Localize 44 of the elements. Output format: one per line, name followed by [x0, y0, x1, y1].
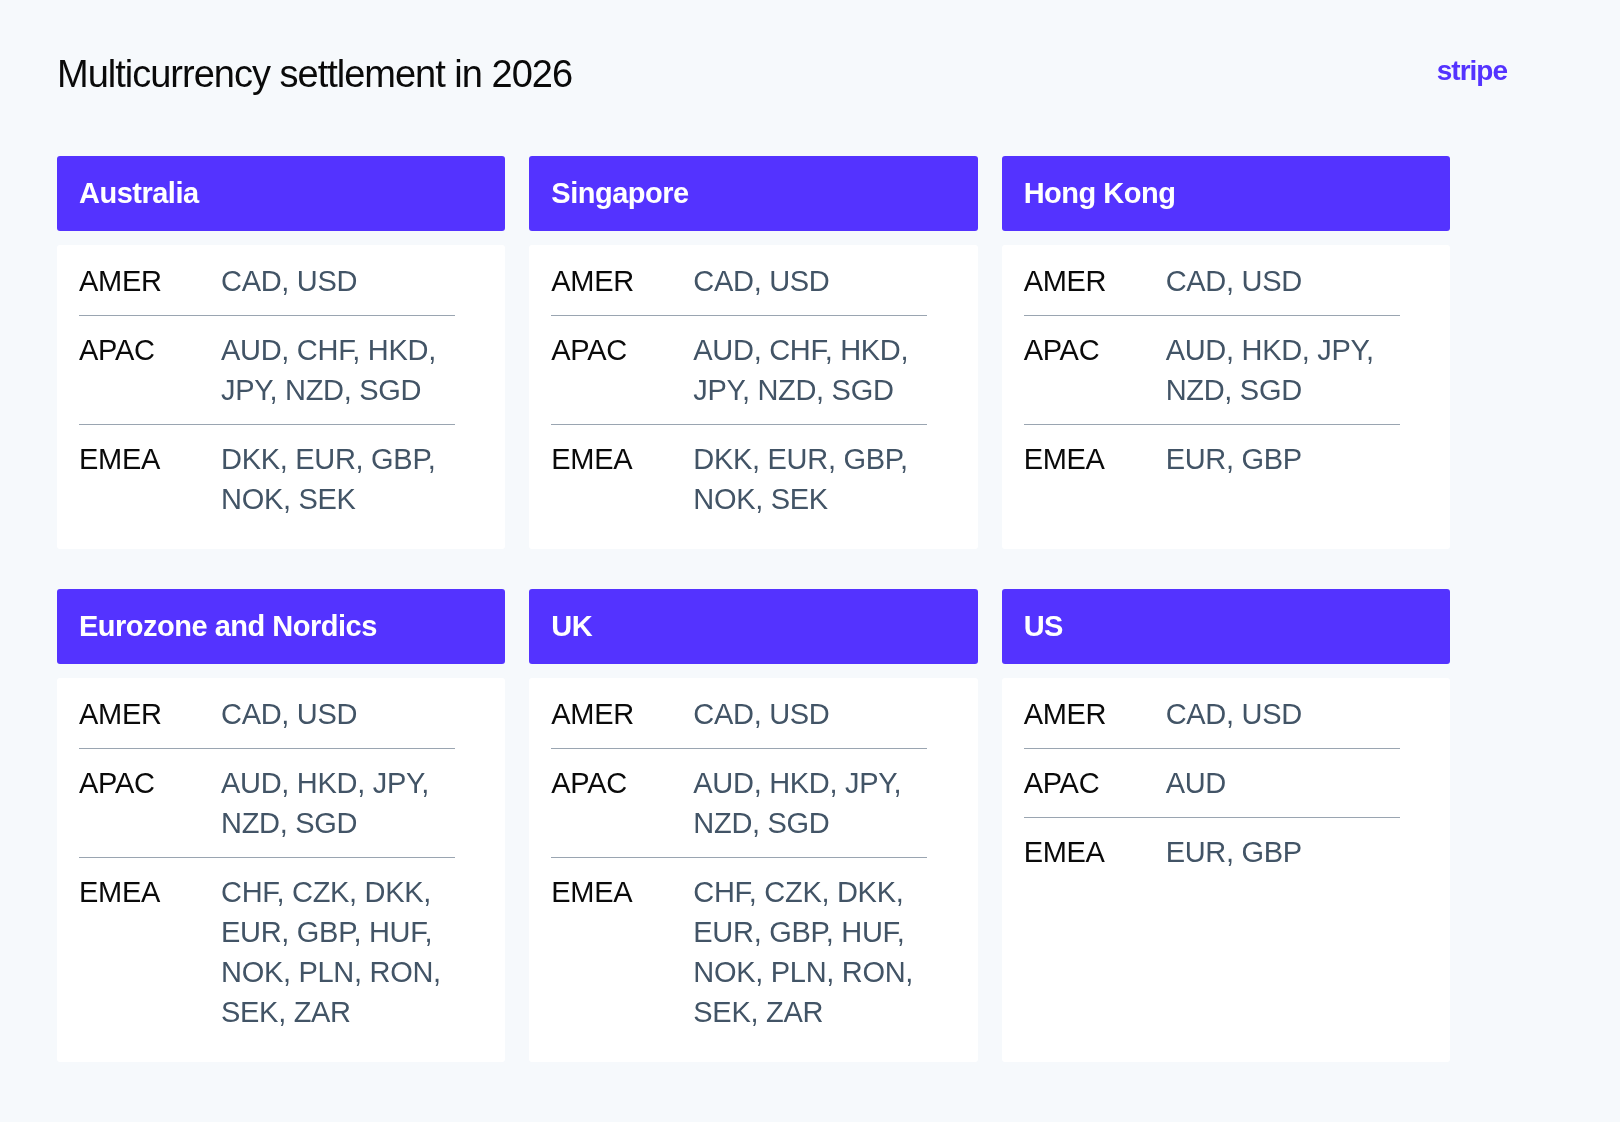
currency-list: DKK, EUR, GBP, NOK, SEK [693, 439, 928, 519]
currency-list: CAD, USD [1165, 694, 1302, 734]
region-label: AMER [551, 697, 635, 732]
region-label: AMER [551, 264, 635, 299]
region-label: EMEA [1023, 835, 1106, 870]
region-header: Singapore [529, 156, 978, 231]
currency-list: AUD, CHF, HKD, JPY, NZD, SGD [221, 330, 455, 410]
region-label: AMER [1023, 264, 1108, 299]
region-label: APAC [551, 766, 628, 801]
region-label: APAC [79, 333, 156, 368]
currency-list: EUR, GBP [1165, 832, 1302, 872]
currency-list: CHF, CZK, DKK, EUR, GBP, HUF, NOK, PLN, RON, SEK, ZAR [221, 872, 455, 1032]
currency-list: AUD, HKD, JPY, NZD, SGD [221, 763, 455, 843]
currency-list: CAD, USD [221, 261, 358, 301]
region-header: Eurozone and Nordics [57, 589, 506, 664]
region-header: UK [529, 589, 978, 664]
region-label: APAC [551, 333, 628, 368]
region-label: APAC [79, 766, 156, 801]
logo: stripe [1436, 54, 1507, 88]
currency-list: AUD, CHF, HKD, JPY, NZD, SGD [693, 330, 928, 410]
region-label: EMEA [79, 442, 161, 477]
currency-list: CAD, USD [221, 694, 358, 734]
region-label: APAC [1023, 766, 1101, 801]
currency-list: CAD, USD [693, 261, 830, 301]
region-label: AMER [79, 264, 163, 299]
currency-list: CAD, USD [693, 694, 830, 734]
region-header: US [1001, 589, 1450, 664]
region-header: Hong Kong [1001, 156, 1450, 231]
region-header: Australia [57, 156, 506, 231]
currency-list: EUR, GBP [1165, 439, 1302, 479]
region-label: AMER [1023, 697, 1108, 732]
region-label: AMER [79, 697, 163, 732]
currency-list: AUD, HKD, JPY, NZD, SGD [693, 763, 928, 843]
region-label: EMEA [551, 875, 634, 910]
currency-list: DKK, EUR, GBP, NOK, SEK [221, 439, 455, 519]
region-label: APAC [1023, 333, 1101, 368]
currency-list: CAD, USD [1165, 261, 1302, 301]
currency-list: AUD, HKD, JPY, NZD, SGD [1165, 330, 1400, 410]
page-title: Multicurrency settlement in 2026 [57, 52, 573, 97]
region-label: EMEA [551, 442, 634, 477]
region-label: EMEA [1023, 442, 1106, 477]
currency-list: AUD [1165, 763, 1226, 803]
region-label: EMEA [79, 875, 161, 910]
currency-list: CHF, CZK, DKK, EUR, GBP, HUF, NOK, PLN, RON, SEK, ZAR [693, 872, 928, 1032]
